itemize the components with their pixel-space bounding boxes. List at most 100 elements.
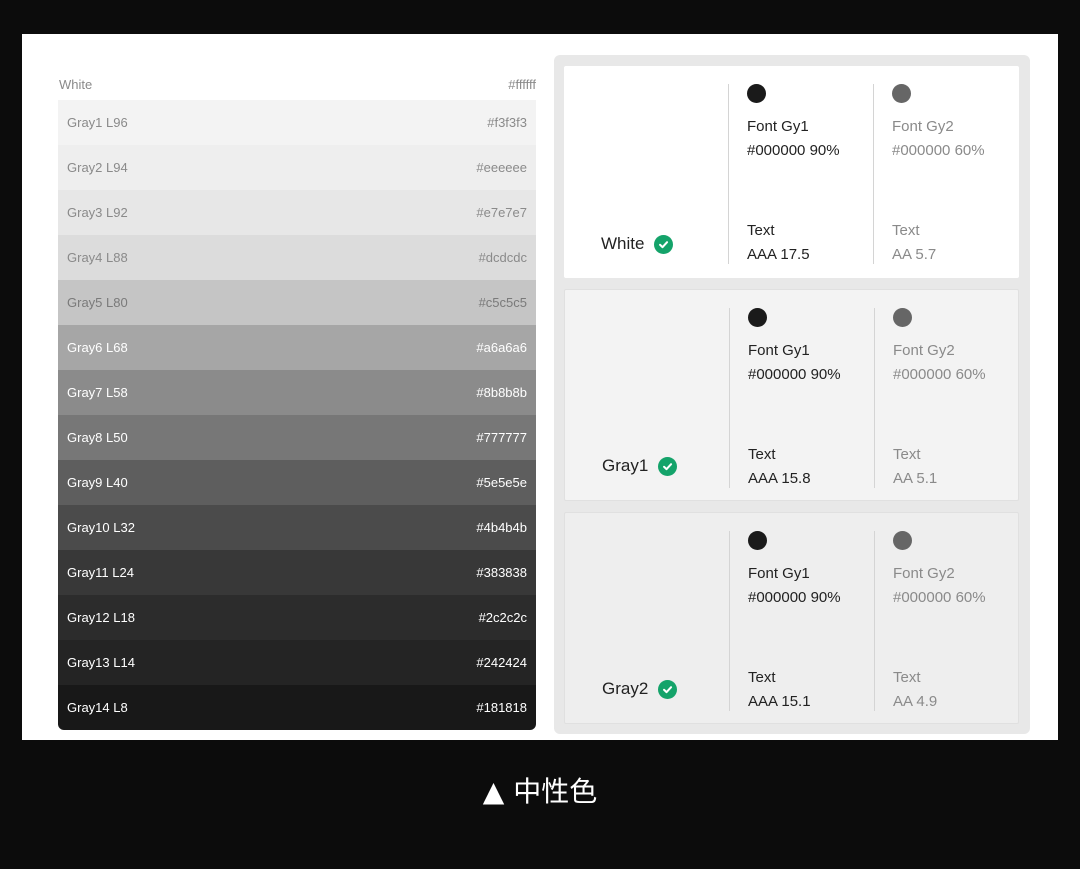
background-name: Gray1 [602,456,649,475]
swatch-hex: #181818 [476,700,527,715]
contrast-rating: AAA 17.5 [747,246,810,263]
swatch-hex: #4b4b4b [476,520,527,535]
swatch-name: Gray2 L94 [67,160,128,175]
palette-row: White #ffffff [58,69,536,100]
check-circle-icon [658,679,678,699]
swatch-name: White [59,77,93,92]
text-label: Text [747,222,775,239]
font-spec: #000000 60% [893,589,986,606]
column-divider [874,531,875,711]
background-label: Gray1 [602,456,678,476]
font-name: Font Gy2 [892,118,954,135]
contrast-card: Gray2 Font Gy1 #000000 90% Text AAA 15.1 Font… [564,512,1019,724]
background-name: White [601,234,645,253]
palette-row: Gray12 L18 #2c2c2c [58,595,536,640]
color-dot-icon [893,531,912,550]
text-label: Text [748,446,776,463]
background-label: White [601,234,674,254]
font-name: Font Gy2 [893,342,955,359]
palette-row: Gray7 L58 #8b8b8b [58,370,536,415]
font-sample-gy2: Font Gy2 #000000 60% Text AA 4.9 [893,531,986,711]
column-divider [874,308,875,488]
contrast-rating: AA 5.1 [893,470,938,487]
palette-row: Gray11 L24 #383838 [58,550,536,595]
column-divider [873,84,874,264]
palette-row: Gray14 L8 #181818 [58,685,536,730]
swatch-hex: #8b8b8b [476,385,527,400]
background-label: Gray2 [602,679,678,699]
font-name: Font Gy2 [893,565,955,582]
caption: ▲ 中性色 [482,775,598,808]
color-dot-icon [748,531,767,550]
palette-row: Gray2 L94 #eeeeee [58,145,536,190]
font-spec: #000000 60% [893,366,986,383]
palette-row: Gray1 L96 #f3f3f3 [58,100,536,145]
swatch-name: Gray10 L32 [67,520,135,535]
swatch-hex: #a6a6a6 [476,340,527,355]
swatch-name: Gray11 L24 [67,565,134,580]
swatch-name: Gray7 L58 [67,385,128,400]
font-spec: #000000 90% [748,589,841,606]
swatch-hex: #777777 [476,430,527,445]
canvas: White #ffffff Gray1 L96 #f3f3f3 Gray2 L94 #ee… [22,34,1058,740]
text-label: Text [893,669,921,686]
swatch-hex: #f3f3f3 [487,115,527,130]
palette-row: Gray10 L32 #4b4b4b [58,505,536,550]
font-sample-gy2: Font Gy2 #000000 60% Text AA 5.7 [892,84,985,264]
color-dot-icon [748,308,767,327]
swatch-name: Gray9 L40 [67,475,128,490]
swatch-name: Gray14 L8 [67,700,128,715]
contrast-rating: AA 4.9 [893,693,938,710]
palette-row: Gray8 L50 #777777 [58,415,536,460]
palette-row: Gray3 L92 #e7e7e7 [58,190,536,235]
gray-palette-list: White #ffffff Gray1 L96 #f3f3f3 Gray2 L94 #ee… [58,69,536,730]
font-spec: #000000 90% [748,366,841,383]
contrast-rating: AAA 15.8 [748,470,811,487]
column-divider [729,531,730,711]
contrast-card: Gray1 Font Gy1 #000000 90% Text AAA 15.8 Font… [564,289,1019,501]
text-label: Text [893,446,921,463]
swatch-hex: #ffffff [508,77,536,92]
swatch-hex: #383838 [476,565,527,580]
font-sample-gy1: Font Gy1 #000000 90% Text AAA 17.5 [747,84,840,264]
swatch-name: Gray13 L14 [67,655,135,670]
swatch-hex: #eeeeee [476,160,527,175]
font-spec: #000000 90% [747,142,840,159]
contrast-card: White Font Gy1 #000000 90% Text AAA 17.5 Font… [564,66,1019,278]
color-dot-icon [893,308,912,327]
font-sample-gy2: Font Gy2 #000000 60% Text AA 5.1 [893,308,986,488]
swatch-hex: #dcdcdc [478,250,527,265]
swatch-hex: #c5c5c5 [478,295,527,310]
contrast-panel: White Font Gy1 #000000 90% Text AAA 17.5 Font… [554,55,1030,734]
text-label: Text [748,669,776,686]
contrast-rating: AAA 15.1 [748,693,811,710]
font-name: Font Gy1 [747,118,809,135]
font-name: Font Gy1 [748,342,810,359]
swatch-hex: #e7e7e7 [476,205,527,220]
font-sample-gy1: Font Gy1 #000000 90% Text AAA 15.8 [748,308,841,488]
color-dot-icon [892,84,911,103]
swatch-hex: #5e5e5e [476,475,527,490]
color-dot-icon [747,84,766,103]
palette-row: Gray13 L14 #242424 [58,640,536,685]
swatch-name: Gray6 L68 [67,340,128,355]
palette-row: Gray4 L88 #dcdcdc [58,235,536,280]
swatch-hex: #242424 [476,655,527,670]
palette-row: Gray9 L40 #5e5e5e [58,460,536,505]
swatch-name: Gray5 L80 [67,295,128,310]
swatch-hex: #2c2c2c [478,610,527,625]
check-circle-icon [658,456,678,476]
contrast-rating: AA 5.7 [892,246,937,263]
palette-row: Gray6 L68 #a6a6a6 [58,325,536,370]
font-spec: #000000 60% [892,142,985,159]
swatch-name: Gray8 L50 [67,430,128,445]
font-name: Font Gy1 [748,565,810,582]
swatch-name: Gray3 L92 [67,205,128,220]
text-label: Text [892,222,920,239]
palette-row: Gray5 L80 #c5c5c5 [58,280,536,325]
check-circle-icon [654,234,674,254]
background-name: Gray2 [602,679,649,698]
swatch-name: Gray12 L18 [67,610,135,625]
column-divider [729,308,730,488]
swatch-name: Gray1 L96 [67,115,128,130]
